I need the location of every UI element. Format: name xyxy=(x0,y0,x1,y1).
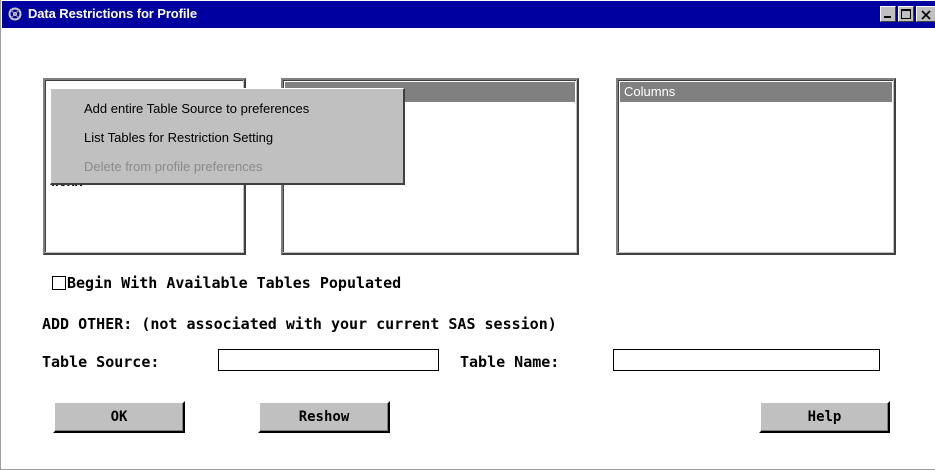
menu-item-list-tables[interactable]: List Tables for Restriction Setting xyxy=(84,130,273,145)
close-button[interactable] xyxy=(916,6,935,22)
ok-button[interactable]: OK xyxy=(53,401,185,433)
menu-item-add-table-source[interactable]: Add entire Table Source to preferences xyxy=(84,101,309,116)
begin-populated-label: Begin With Available Tables Populated xyxy=(67,274,402,292)
context-menu: Add entire Table Source to preferences L… xyxy=(50,88,405,185)
columns-list[interactable]: Columns xyxy=(616,78,896,255)
menu-item-delete-preferences: Delete from profile preferences xyxy=(84,159,263,174)
table-source-input[interactable] xyxy=(218,349,439,371)
window-title: Data Restrictions for Profile xyxy=(28,6,198,21)
add-other-heading: ADD OTHER: (not associated with your cur… xyxy=(42,315,557,333)
help-button[interactable]: Help xyxy=(759,401,890,433)
begin-populated-checkbox[interactable] xyxy=(52,276,66,290)
close-icon xyxy=(920,8,932,26)
minimize-icon xyxy=(884,16,891,18)
columns-header: Columns xyxy=(620,82,892,102)
title-bar[interactable]: Data Restrictions for Profile xyxy=(2,1,935,28)
maximize-button[interactable] xyxy=(898,6,914,22)
data-restrictions-window: Data Restrictions for Profile WORK Colum… xyxy=(0,0,935,470)
minimize-button[interactable] xyxy=(880,6,896,22)
table-name-label: Table Name: xyxy=(460,353,560,371)
maximize-icon xyxy=(901,9,911,19)
table-source-label: Table Source: xyxy=(42,353,160,371)
reshow-button[interactable]: Reshow xyxy=(258,401,390,433)
sas-icon xyxy=(8,7,22,21)
table-name-input[interactable] xyxy=(613,349,880,371)
